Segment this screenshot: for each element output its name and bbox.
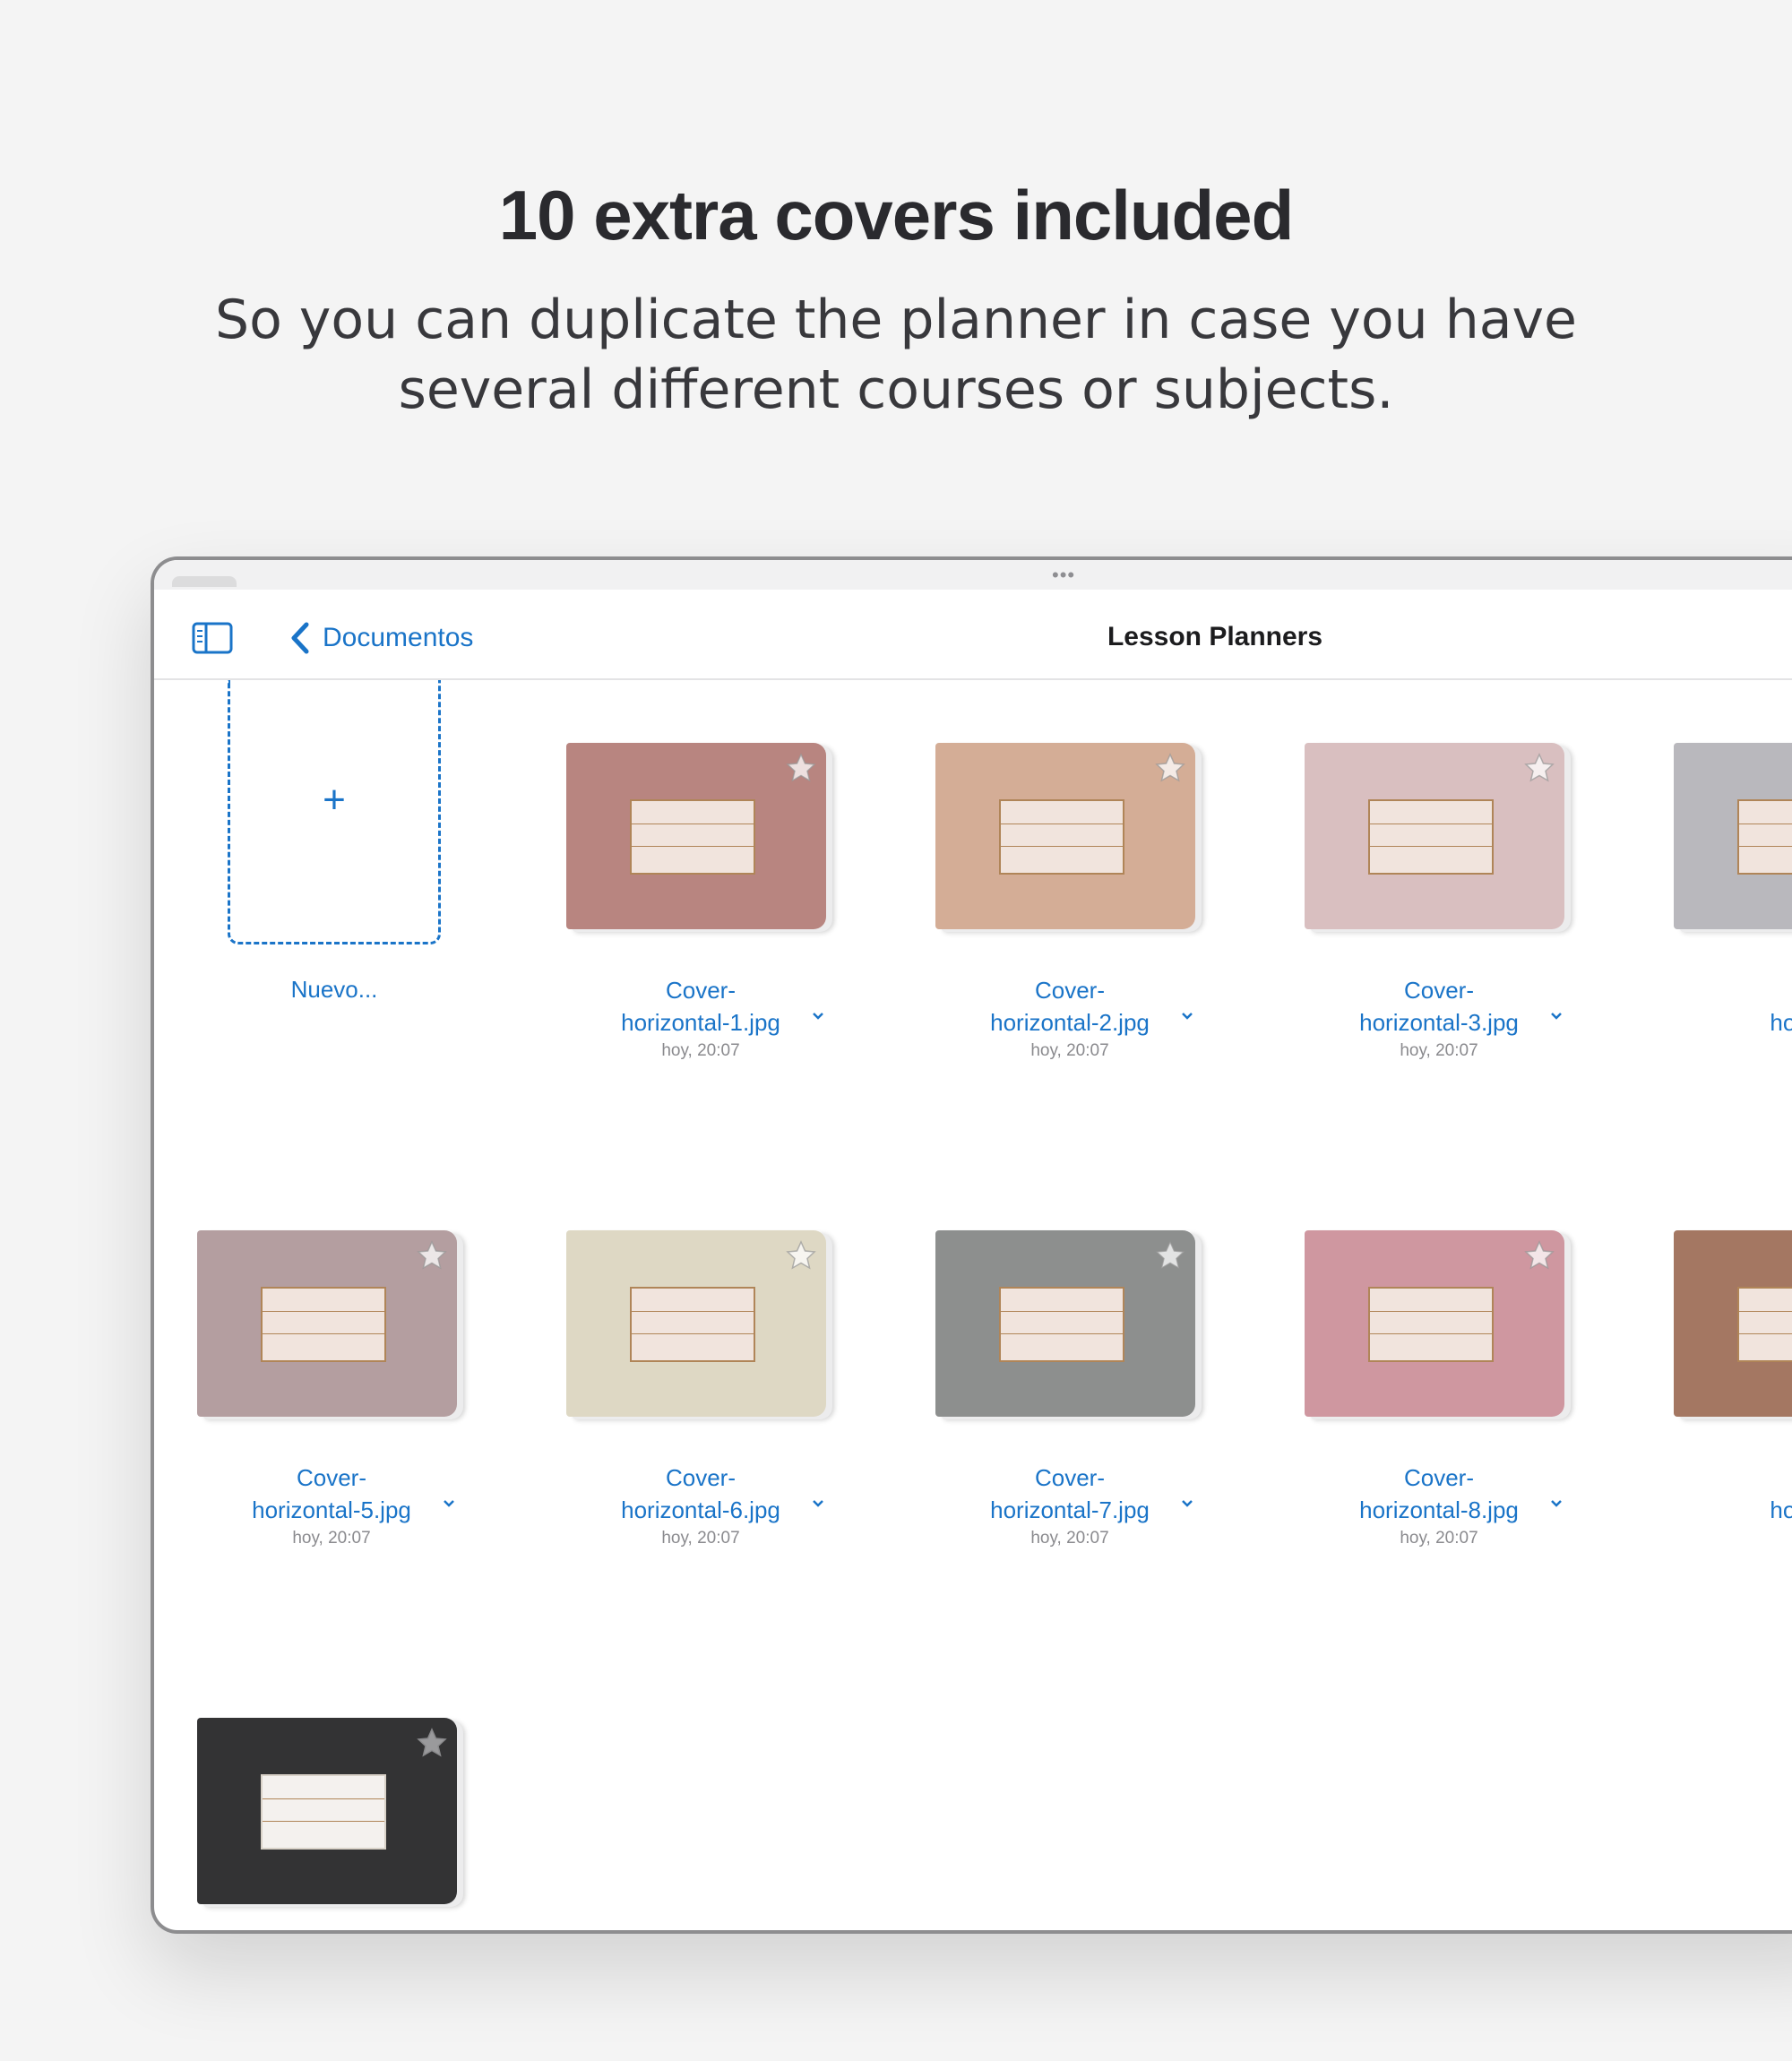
file-name-line1: Co — [1674, 1462, 1792, 1494]
file-date: hoy, 20:07 — [1400, 1041, 1478, 1060]
file-date: hoy, 20:07 — [661, 1529, 740, 1548]
file-tile[interactable]: Cover-horizontal-2.jpg hoy, 20:07 — [935, 743, 1204, 1065]
file-name-line1: Cover- — [665, 977, 736, 1004]
file-tile[interactable]: Cover-horizontal-5.jpg hoy, 20:07 — [197, 1230, 466, 1553]
file-name-line2: horizontal-1.jpg — [621, 1009, 780, 1036]
file-name-line1: Cover- — [1034, 1464, 1105, 1491]
file-date: hoy, 20:07 — [1030, 1041, 1109, 1060]
file-name[interactable]: Cover-horizontal-2.jpg — [935, 974, 1204, 1039]
chevron-down-icon[interactable] — [1181, 1499, 1193, 1508]
file-name-line2: horizontal-5.jpg — [252, 1496, 411, 1523]
cover-label-box — [630, 1287, 755, 1362]
cover-label-box — [1737, 1287, 1792, 1362]
file-tile[interactable] — [197, 1718, 466, 1930]
cover-thumbnail[interactable] — [566, 1230, 826, 1417]
back-label: Documentos — [323, 623, 474, 652]
cover-thumbnail[interactable] — [197, 1718, 457, 1904]
file-date: hoy, 20:07 — [1030, 1529, 1109, 1548]
status-indicator — [172, 576, 237, 587]
cover-thumbnail[interactable] — [1305, 743, 1564, 929]
cover-thumbnail[interactable] — [935, 743, 1195, 929]
file-tile[interactable]: Cover-horizontal-3.jpg hoy, 20:07 — [1305, 743, 1573, 1065]
file-tile[interactable]: Cover-horizontal-1.jpg hoy, 20:07 — [566, 743, 835, 1065]
file-tile[interactable]: Cohorizon hoy — [1674, 1230, 1792, 1553]
file-name-line2: horizontal-2.jpg — [990, 1009, 1150, 1036]
cover-label-box — [261, 1774, 386, 1850]
star-icon[interactable] — [1154, 752, 1186, 784]
file-date: hoy — [1674, 1529, 1792, 1548]
file-tile[interactable]: Cover-horizontal-6.jpg hoy, 20:07 — [566, 1230, 835, 1553]
chevron-down-icon[interactable] — [443, 1499, 455, 1508]
chevron-down-icon[interactable] — [1550, 1012, 1563, 1021]
back-button[interactable]: Documentos — [289, 620, 473, 656]
star-icon[interactable] — [785, 752, 817, 784]
file-name[interactable]: Cover-horizontal-7.jpg — [935, 1462, 1204, 1526]
file-name[interactable]: Cover-horizontal-8.jpg — [1305, 1462, 1573, 1526]
new-document-label[interactable]: Nuevo... — [228, 976, 441, 1004]
file-name-line1: Cover- — [665, 1464, 736, 1491]
cover-label-box — [1368, 1287, 1494, 1362]
file-name-line2: horizontal-8.jpg — [1359, 1496, 1519, 1523]
navigation-bar: Documentos Lesson Planners — [154, 590, 1792, 680]
file-name-line1: Cover- — [1403, 1464, 1474, 1491]
star-icon[interactable] — [1154, 1239, 1186, 1272]
multitasking-dots-icon[interactable]: ••• — [1052, 565, 1075, 585]
file-tile[interactable]: Cover-horizontal-8.jpg hoy, 20:07 — [1305, 1230, 1573, 1553]
file-name-line1: Cover- — [1034, 977, 1105, 1004]
file-name-line2: horizontal-7.jpg — [990, 1496, 1150, 1523]
cover-label-box — [999, 1287, 1124, 1362]
cover-label-box — [261, 1287, 386, 1362]
plus-icon: + — [323, 778, 346, 822]
star-icon[interactable] — [1523, 752, 1555, 784]
promo-subline: So you can duplicate the planner in case… — [215, 289, 1577, 421]
status-bar: ••• — [154, 560, 1792, 590]
file-name-line2: horizon — [1770, 1496, 1792, 1523]
star-icon[interactable] — [785, 1239, 817, 1272]
file-tile[interactable]: Co horizon hoy — [1674, 743, 1792, 1065]
tablet-frame: ••• Documentos Lesson Planners + Nuevo..… — [151, 556, 1792, 1934]
star-icon[interactable] — [1523, 1239, 1555, 1272]
file-name[interactable]: Co horizon — [1674, 974, 1792, 1039]
file-name[interactable]: Cover-horizontal-3.jpg — [1305, 974, 1573, 1039]
star-icon[interactable] — [416, 1727, 448, 1759]
promo-headline: 10 extra covers included — [498, 176, 1294, 254]
cover-thumbnail[interactable] — [1674, 1230, 1792, 1417]
file-date: hoy — [1674, 1041, 1792, 1061]
file-name-line2: horizon — [1770, 1009, 1792, 1036]
file-grid: + Nuevo... Cover-horizontal-1.jpg hoy, 20… — [154, 680, 1792, 1926]
page-title: Lesson Planners — [1107, 622, 1323, 651]
file-date: hoy, 20:07 — [292, 1529, 371, 1548]
cover-thumbnail[interactable] — [566, 743, 826, 929]
file-date: hoy, 20:07 — [661, 1041, 740, 1060]
cover-label-box — [1737, 799, 1792, 875]
cover-thumbnail[interactable] — [1674, 743, 1792, 929]
file-name[interactable]: Cover-horizontal-5.jpg — [197, 1462, 466, 1526]
file-name-line1: Co — [1674, 974, 1792, 1006]
chevron-down-icon[interactable] — [812, 1012, 824, 1021]
cover-label-box — [999, 799, 1124, 875]
file-name-line1: Cover- — [296, 1464, 366, 1491]
file-name-line2: horizontal-6.jpg — [621, 1496, 780, 1523]
file-name[interactable]: Cohorizon — [1674, 1462, 1792, 1526]
cover-thumbnail[interactable] — [197, 1230, 457, 1417]
file-name[interactable]: Cover-horizontal-1.jpg — [566, 974, 835, 1039]
cover-label-box — [1368, 799, 1494, 875]
file-name-line2: horizontal-3.jpg — [1359, 1009, 1519, 1036]
chevron-left-icon — [291, 622, 309, 654]
file-tile[interactable]: Cover-horizontal-7.jpg hoy, 20:07 — [935, 1230, 1204, 1553]
cover-thumbnail[interactable] — [1305, 1230, 1564, 1417]
star-icon[interactable] — [416, 1239, 448, 1272]
cover-label-box — [630, 799, 755, 875]
chevron-down-icon[interactable] — [1181, 1012, 1193, 1021]
file-name[interactable]: Cover-horizontal-6.jpg — [566, 1462, 835, 1526]
file-name-line1: Cover- — [1403, 977, 1474, 1004]
new-document-button[interactable]: + — [228, 680, 441, 944]
chevron-down-icon[interactable] — [1550, 1499, 1563, 1508]
cover-thumbnail[interactable] — [935, 1230, 1195, 1417]
sidebar-toggle-icon[interactable] — [192, 622, 233, 654]
chevron-down-icon[interactable] — [812, 1499, 824, 1508]
file-date: hoy, 20:07 — [1400, 1529, 1478, 1548]
